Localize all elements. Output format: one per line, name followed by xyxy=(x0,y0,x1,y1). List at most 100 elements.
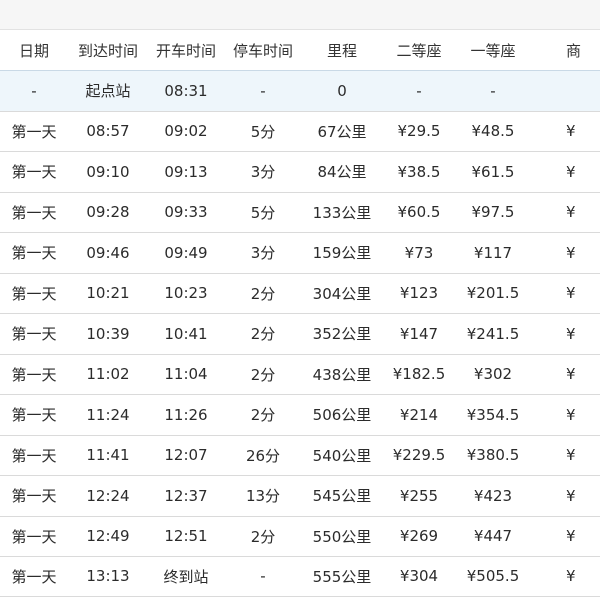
cell-date: 第一天 xyxy=(11,122,57,141)
cell-second-class-price: ¥304 xyxy=(399,567,439,586)
cell-arrival: 08:57 xyxy=(86,122,130,141)
table-row: - 起点站 08:31 - 0 - - xyxy=(0,70,600,111)
table-row: 第一天 09:46 09:49 3分 159公里 ¥73 ¥117 ¥ xyxy=(0,232,600,273)
cell-stop: - xyxy=(260,567,266,586)
cell-distance: 545公里 xyxy=(312,487,372,506)
header-departure-time: 开车时间 xyxy=(155,41,216,60)
cell-business-class-price: ¥ xyxy=(566,162,576,181)
cell-business-class-price xyxy=(566,71,600,111)
cell-departure: 11:26 xyxy=(164,405,208,424)
cell-first-class-price: - xyxy=(490,81,496,100)
cell-arrival: 11:24 xyxy=(86,405,130,424)
cell-second-class-price: ¥255 xyxy=(399,486,439,505)
cell-first-class-price: ¥447 xyxy=(473,527,513,546)
cell-first-class-price: ¥241.5 xyxy=(466,324,520,343)
cell-stop: 5分 xyxy=(250,203,276,222)
cell-distance: 352公里 xyxy=(312,325,372,344)
cell-date: 第一天 xyxy=(11,365,57,384)
cell-date: - xyxy=(31,81,37,100)
cell-departure: 12:07 xyxy=(164,446,208,465)
cell-first-class-price: ¥505.5 xyxy=(466,567,520,586)
cell-second-class-price: ¥73 xyxy=(404,243,434,262)
cell-arrival: 11:02 xyxy=(86,365,130,384)
table-row: 第一天 13:13 终到站 - 555公里 ¥304 ¥505.5 ¥ xyxy=(0,556,600,597)
table-row: 第一天 10:39 10:41 2分 352公里 ¥147 ¥241.5 ¥ xyxy=(0,313,600,354)
cell-arrival: 09:46 xyxy=(86,243,130,262)
cell-distance: 84公里 xyxy=(317,163,367,182)
table-body: - 起点站 08:31 - 0 - - 第一天 08:57 09:02 5分 6… xyxy=(0,70,600,597)
cell-stop: - xyxy=(260,81,266,100)
cell-first-class-price: ¥61.5 xyxy=(471,162,515,181)
header-arrival-time: 到达时间 xyxy=(77,41,138,60)
cell-stop: 3分 xyxy=(250,163,276,182)
table-row: 第一天 10:21 10:23 2分 304公里 ¥123 ¥201.5 ¥ xyxy=(0,272,600,313)
cell-date: 第一天 xyxy=(11,163,57,182)
cell-departure: 12:51 xyxy=(164,527,208,546)
cell-arrival: 11:41 xyxy=(86,446,130,465)
cell-second-class-price: ¥269 xyxy=(399,527,439,546)
cell-arrival: 10:21 xyxy=(86,284,130,303)
cell-distance: 550公里 xyxy=(312,527,372,546)
cell-date: 第一天 xyxy=(11,284,57,303)
cell-distance: 540公里 xyxy=(312,446,372,465)
cell-distance: 159公里 xyxy=(312,244,372,263)
cell-first-class-price: ¥117 xyxy=(473,243,513,262)
top-strip xyxy=(0,0,600,30)
cell-business-class-price: ¥ xyxy=(566,446,576,465)
train-timetable-view: 日期 到达时间 开车时间 停车时间 里程 二等座 一等座 商 - 起点站 08:… xyxy=(0,0,600,600)
cell-arrival: 起点站 xyxy=(85,82,131,101)
cell-stop: 2分 xyxy=(250,406,276,425)
cell-second-class-price: ¥147 xyxy=(399,324,439,343)
cell-stop: 2分 xyxy=(250,365,276,384)
header-stop-duration: 停车时间 xyxy=(232,41,293,60)
cell-second-class-price: ¥182.5 xyxy=(392,365,446,384)
cell-departure: 09:13 xyxy=(164,162,208,181)
cell-arrival: 10:39 xyxy=(86,324,130,343)
cell-distance: 555公里 xyxy=(312,567,372,586)
cell-business-class-price: ¥ xyxy=(566,243,576,262)
cell-date: 第一天 xyxy=(11,527,57,546)
cell-stop: 2分 xyxy=(250,325,276,344)
cell-distance: 506公里 xyxy=(312,406,372,425)
table-row: 第一天 09:28 09:33 5分 133公里 ¥60.5 ¥97.5 ¥ xyxy=(0,191,600,232)
cell-business-class-price: ¥ xyxy=(566,486,576,505)
cell-business-class-price: ¥ xyxy=(566,324,576,343)
cell-departure: 10:23 xyxy=(164,284,208,303)
cell-distance: 133公里 xyxy=(312,203,372,222)
cell-business-class-price: ¥ xyxy=(566,405,576,424)
cell-first-class-price: ¥354.5 xyxy=(466,405,520,424)
cell-business-class-price: ¥ xyxy=(566,203,576,222)
cell-date: 第一天 xyxy=(11,567,57,586)
cell-stop: 5分 xyxy=(250,122,276,141)
cell-second-class-price: ¥38.5 xyxy=(397,162,441,181)
header-distance: 里程 xyxy=(326,41,357,60)
cell-departure: 09:49 xyxy=(164,243,208,262)
table-row: 第一天 09:10 09:13 3分 84公里 ¥38.5 ¥61.5 ¥ xyxy=(0,151,600,192)
cell-date: 第一天 xyxy=(11,487,57,506)
cell-arrival: 09:28 xyxy=(86,203,130,222)
cell-stop: 2分 xyxy=(250,284,276,303)
cell-distance: 0 xyxy=(337,81,347,100)
cell-second-class-price: ¥214 xyxy=(399,405,439,424)
header-date: 日期 xyxy=(18,41,49,60)
cell-stop: 2分 xyxy=(250,527,276,546)
table-header-row: 日期 到达时间 开车时间 停车时间 里程 二等座 一等座 商 xyxy=(0,30,600,70)
cell-second-class-price: ¥123 xyxy=(399,284,439,303)
cell-stop: 26分 xyxy=(245,446,281,465)
cell-date: 第一天 xyxy=(11,325,57,344)
cell-distance: 67公里 xyxy=(317,122,367,141)
cell-date: 第一天 xyxy=(11,244,57,263)
cell-arrival: 13:13 xyxy=(86,567,130,586)
header-first-class: 一等座 xyxy=(470,41,516,60)
cell-arrival: 12:24 xyxy=(86,486,130,505)
cell-first-class-price: ¥201.5 xyxy=(466,284,520,303)
cell-second-class-price: - xyxy=(416,81,422,100)
header-second-class: 二等座 xyxy=(396,41,442,60)
cell-first-class-price: ¥302 xyxy=(473,365,513,384)
table-row: 第一天 12:49 12:51 2分 550公里 ¥269 ¥447 ¥ xyxy=(0,515,600,556)
cell-first-class-price: ¥423 xyxy=(473,486,513,505)
cell-first-class-price: ¥380.5 xyxy=(466,446,520,465)
cell-date: 第一天 xyxy=(11,406,57,425)
table-row: 第一天 12:24 12:37 13分 545公里 ¥255 ¥423 ¥ xyxy=(0,475,600,516)
cell-departure: 10:41 xyxy=(164,324,208,343)
